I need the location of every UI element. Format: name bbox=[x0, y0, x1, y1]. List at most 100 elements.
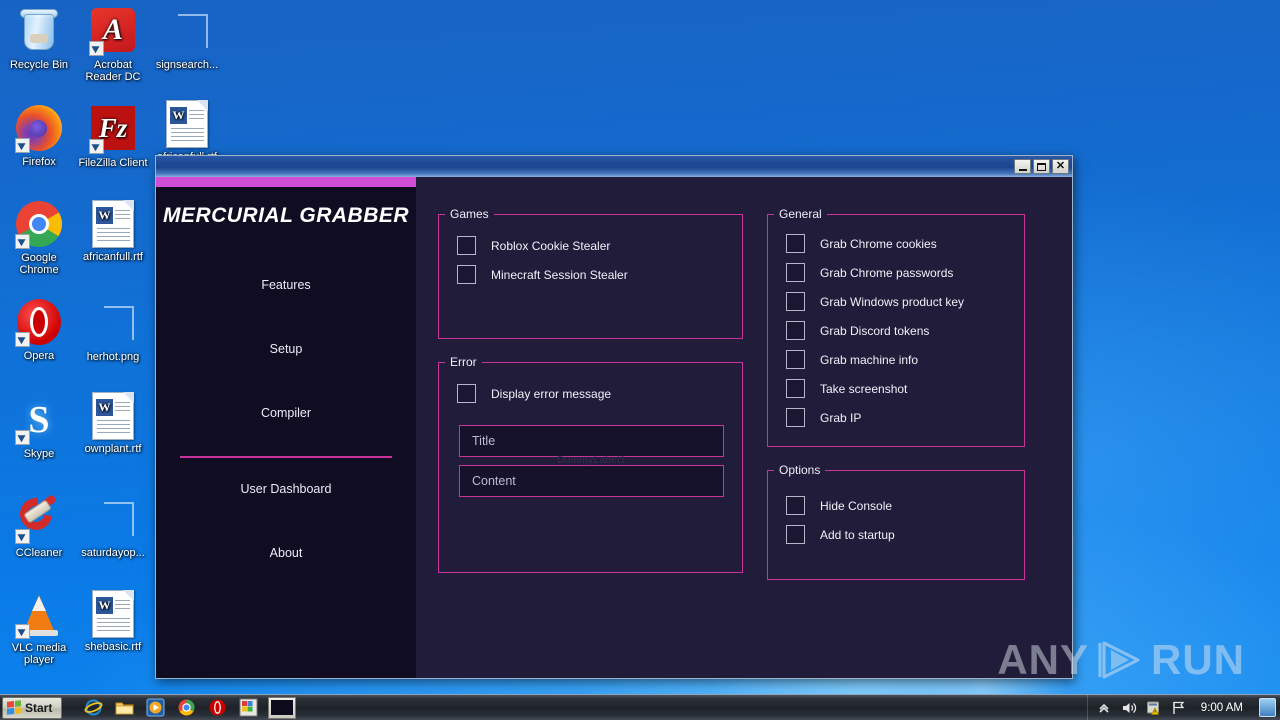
sidebar-item-setup[interactable]: Setup bbox=[156, 342, 416, 356]
skype-icon: S bbox=[15, 397, 63, 445]
checkbox-grab-chrome-cookies[interactable] bbox=[786, 234, 805, 253]
desktop-icon-google-chrome[interactable]: Google Chrome bbox=[2, 200, 76, 276]
start-button-label: Start bbox=[25, 700, 53, 715]
desktop-icon-label: herhot.png bbox=[86, 351, 140, 363]
sidebar-item-compiler[interactable]: Compiler bbox=[156, 406, 416, 420]
show-hidden-icons-icon[interactable] bbox=[1096, 700, 1112, 716]
checkbox-grab-chrome-passwords[interactable] bbox=[786, 263, 805, 282]
windows-explorer-icon[interactable] bbox=[115, 698, 134, 717]
checkbox-add-to-startup[interactable] bbox=[786, 525, 805, 544]
options-group-legend: Options bbox=[779, 463, 821, 477]
taskbar-task-mercurial-grabber[interactable] bbox=[268, 696, 297, 719]
desktop-icon-recycle-bin[interactable]: Recycle Bin bbox=[2, 6, 76, 71]
desktop-icon-filezilla-client[interactable]: Fz FileZilla Client bbox=[76, 104, 150, 169]
opera-icon[interactable] bbox=[208, 698, 227, 717]
ccleaner-icon bbox=[13, 491, 63, 544]
shortcut-arrow-icon bbox=[15, 430, 30, 445]
app-icon[interactable] bbox=[239, 698, 258, 717]
desktop-icon-firefox[interactable]: Firefox bbox=[2, 104, 76, 168]
checkbox-grab-ip[interactable] bbox=[786, 408, 805, 427]
sidebar-item-user-dashboard[interactable]: User Dashboard bbox=[156, 482, 416, 496]
desktop-icon-opera[interactable]: Opera bbox=[2, 298, 76, 362]
checkbox-grab-discord-tokens[interactable] bbox=[786, 321, 805, 340]
maximize-button[interactable] bbox=[1033, 159, 1050, 174]
internet-explorer-icon[interactable] bbox=[84, 698, 103, 717]
sidebar-item-about[interactable]: About bbox=[156, 546, 416, 560]
desktop-icon-shebasic-rtf[interactable]: W shebasic.rtf bbox=[76, 590, 150, 653]
checkbox-row-grab-windows-product-key[interactable]: Grab Windows product key bbox=[786, 287, 1008, 316]
desktop-icon-ownplant-rtf[interactable]: W ownplant.rtf bbox=[76, 392, 150, 455]
checkbox-row-grab-chrome-passwords[interactable]: Grab Chrome passwords bbox=[786, 258, 1008, 287]
checkbox-roblox-cookie-stealer[interactable] bbox=[457, 236, 476, 255]
desktop-icon-label: CCleaner bbox=[15, 547, 63, 559]
rtf-document-icon: W bbox=[163, 100, 211, 148]
checkbox-label: Display error message bbox=[491, 386, 612, 401]
show-desktop-button[interactable] bbox=[1259, 698, 1276, 717]
minimize-button[interactable] bbox=[1014, 159, 1031, 174]
checkbox-label: Grab Chrome passwords bbox=[820, 265, 954, 280]
checkbox-row-take-screenshot[interactable]: Take screenshot bbox=[786, 374, 1008, 403]
task-thumbnail-icon bbox=[271, 700, 294, 715]
chrome-icon[interactable] bbox=[177, 698, 196, 717]
shortcut-arrow-icon bbox=[89, 139, 104, 154]
desktop-icon-signsearch[interactable]: signsearch... bbox=[150, 6, 224, 71]
close-button[interactable]: ✕ bbox=[1052, 159, 1069, 174]
start-button[interactable]: Start bbox=[2, 696, 63, 719]
volume-icon[interactable] bbox=[1121, 700, 1137, 716]
checkbox-display-error-message[interactable] bbox=[457, 384, 476, 403]
games-group: Games Roblox Cookie Stealer Minecraft Se… bbox=[438, 207, 743, 339]
desktop-icon-herhot-png[interactable]: herhot.png bbox=[76, 298, 150, 363]
checkbox-take-screenshot[interactable] bbox=[786, 379, 805, 398]
checkbox-label: Roblox Cookie Stealer bbox=[491, 238, 611, 253]
checkbox-label: Hide Console bbox=[820, 498, 893, 513]
sidebar-divider bbox=[180, 456, 392, 458]
recycle-bin-icon bbox=[15, 8, 63, 56]
desktop-icon-vlc-media-player[interactable]: VLC media player bbox=[2, 590, 76, 666]
desktop-icon-label: Recycle Bin bbox=[9, 59, 69, 71]
desktop-icon-label: shebasic.rtf bbox=[84, 641, 142, 653]
checkbox-row-roblox-cookie-stealer[interactable]: Roblox Cookie Stealer bbox=[457, 231, 726, 260]
network-icon[interactable] bbox=[1171, 700, 1187, 716]
checkbox-row-grab-chrome-cookies[interactable]: Grab Chrome cookies bbox=[786, 229, 1008, 258]
sidebar-item-features[interactable]: Features bbox=[156, 278, 416, 292]
action-center-icon[interactable] bbox=[1146, 700, 1162, 716]
checkbox-row-minecraft-session-stealer[interactable]: Minecraft Session Stealer bbox=[457, 260, 726, 289]
shortcut-arrow-icon bbox=[15, 529, 30, 544]
desktop-icon-acrobat-reader-dc[interactable]: A Acrobat Reader DC bbox=[76, 6, 150, 83]
checkbox-minecraft-session-stealer[interactable] bbox=[457, 265, 476, 284]
play-triangle-icon bbox=[1098, 640, 1142, 680]
desktop-icon-saturdayop[interactable]: saturdayop... bbox=[76, 494, 150, 559]
desktop-icon-label: Skype bbox=[23, 448, 55, 460]
shortcut-arrow-icon bbox=[89, 41, 104, 56]
desktop-icon-label: ownplant.rtf bbox=[84, 443, 142, 455]
window-titlebar[interactable]: ✕ bbox=[156, 156, 1072, 177]
desktop-icon-label: Acrobat Reader DC bbox=[85, 59, 141, 83]
error-title-input[interactable]: Title bbox=[459, 425, 724, 457]
mercurial-grabber-window: ✕ MERCURIAL GRABBER Features Setup Compi… bbox=[155, 155, 1073, 679]
desktop-icon-label: Google Chrome bbox=[19, 252, 59, 276]
desktop-icon-africanfull-rtf[interactable]: W africanfull.rtf bbox=[150, 100, 224, 163]
checkbox-row-display-error-message[interactable]: Display error message bbox=[457, 379, 726, 408]
error-title-placeholder: Title bbox=[472, 434, 496, 448]
shortcut-arrow-icon bbox=[15, 624, 30, 639]
desktop-icon-africanfull-rtf-2[interactable]: W africanfull.rtf bbox=[76, 200, 150, 263]
checkbox-grab-windows-product-key[interactable] bbox=[786, 292, 805, 311]
checkbox-row-add-to-startup[interactable]: Add to startup bbox=[786, 520, 1008, 549]
checkbox-grab-machine-info[interactable] bbox=[786, 350, 805, 369]
media-player-icon[interactable] bbox=[146, 698, 165, 717]
desktop-icon-skype[interactable]: S Skype bbox=[2, 396, 76, 460]
checkbox-hide-console[interactable] bbox=[786, 496, 805, 515]
filezilla-icon: Fz bbox=[89, 106, 137, 154]
checkbox-row-grab-ip[interactable]: Grab IP bbox=[786, 403, 1008, 432]
checkbox-row-hide-console[interactable]: Hide Console bbox=[786, 491, 1008, 520]
vlc-icon bbox=[15, 591, 63, 639]
error-content-input[interactable]: Content bbox=[459, 465, 724, 497]
checkbox-row-grab-discord-tokens[interactable]: Grab Discord tokens bbox=[786, 316, 1008, 345]
checkbox-row-grab-machine-info[interactable]: Grab machine info bbox=[786, 345, 1008, 374]
sidebar: MERCURIAL GRABBER Features Setup Compile… bbox=[156, 177, 416, 678]
taskbar-clock[interactable]: 9:00 AM bbox=[1201, 702, 1243, 714]
app-title: MERCURIAL GRABBER bbox=[162, 204, 410, 227]
quick-launch-bar bbox=[84, 698, 258, 717]
desktop-icon-ccleaner[interactable]: CCleaner bbox=[2, 491, 76, 559]
windows-logo-icon bbox=[7, 700, 21, 715]
